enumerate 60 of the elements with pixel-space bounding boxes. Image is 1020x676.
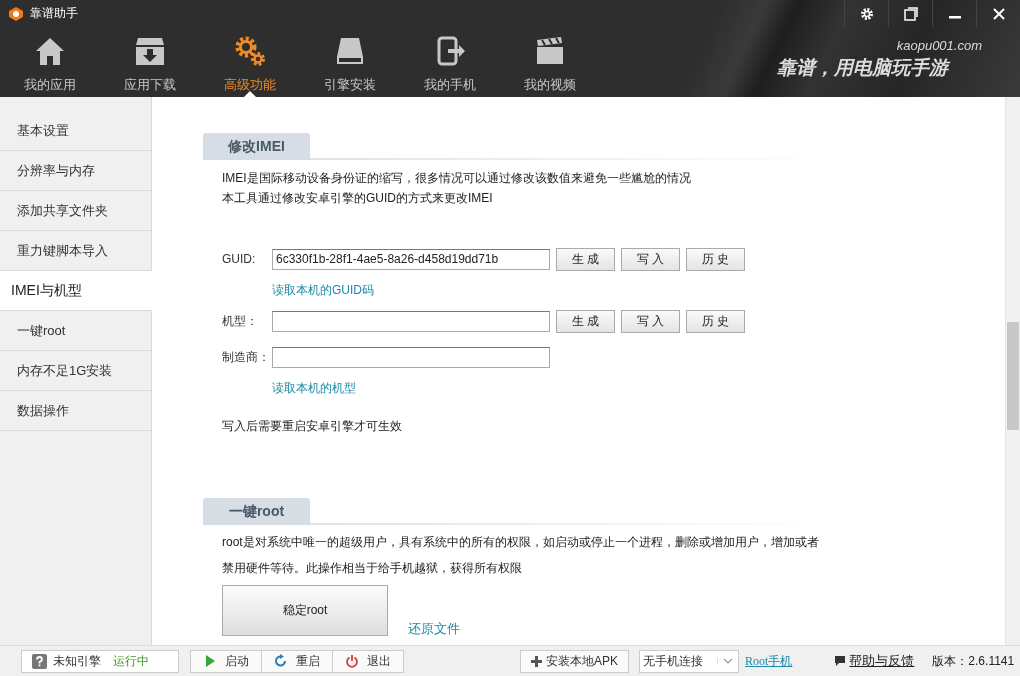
input-field[interactable]: 6c330f1b-28f1-4ae5-8a26-d458d19dd71b bbox=[272, 248, 550, 270]
link[interactable]: 读取本机的机型 bbox=[272, 379, 356, 397]
phone-dropdown[interactable]: 无手机连接 bbox=[639, 649, 739, 673]
engine-control-button[interactable]: 启动 bbox=[191, 650, 261, 672]
download-box-icon bbox=[134, 35, 166, 67]
field-label: 制造商： bbox=[222, 348, 271, 366]
engine-state: 运行中 bbox=[113, 652, 149, 670]
root-phone-link[interactable]: Root手机 bbox=[745, 652, 793, 670]
question-mark-icon bbox=[32, 653, 47, 669]
nav-tab[interactable]: 我的视频 bbox=[500, 27, 600, 97]
input-field[interactable] bbox=[272, 346, 550, 368]
description-text: IMEI是国际移动设备身份证的缩写，很多情况可以通过修改该数值来避免一些尴尬的情况 bbox=[222, 170, 692, 187]
nav-tab[interactable]: 应用下载 bbox=[100, 27, 200, 97]
nav-tab[interactable]: 我的手机 bbox=[400, 27, 500, 97]
link[interactable]: 读取本机的GUID码 bbox=[272, 281, 374, 299]
version-text: 版本：2.6.1141 bbox=[932, 652, 1015, 670]
restore-window-icon[interactable] bbox=[903, 6, 918, 21]
sidebar-item[interactable]: 一键root bbox=[0, 311, 151, 351]
chat-bubble-icon bbox=[834, 655, 847, 667]
engine-name: 未知引擎 bbox=[53, 652, 101, 670]
restart-icon bbox=[274, 654, 288, 668]
scrollbar[interactable] bbox=[1005, 97, 1020, 645]
action-button[interactable]: 写 入 bbox=[621, 309, 680, 333]
settings-icon[interactable] bbox=[859, 6, 874, 21]
window-title: 靠谱助手 bbox=[30, 5, 78, 22]
gears-icon bbox=[234, 35, 266, 67]
install-apk-button[interactable]: 安装本地APK bbox=[520, 649, 629, 673]
home-icon bbox=[34, 35, 66, 67]
field-label: 机型： bbox=[222, 312, 259, 330]
sidebar-item[interactable]: 内存不足1G安装 bbox=[0, 351, 151, 391]
close-icon[interactable] bbox=[991, 6, 1006, 21]
help-feedback-link[interactable]: 帮助与反馈 bbox=[849, 652, 915, 670]
description-text: 本工具通过修改安卓引擎的GUID的方式来更改IMEI bbox=[222, 190, 494, 207]
action-button[interactable]: 写 入 bbox=[621, 247, 680, 271]
note-text: 写入后需要重启安卓引擎才可生效 bbox=[222, 417, 402, 435]
hard-drive-icon bbox=[334, 35, 366, 67]
engine-control-button[interactable]: 退出 bbox=[332, 650, 403, 672]
sidebar-item[interactable]: 数据操作 bbox=[0, 391, 151, 431]
action-button[interactable]: 历 史 bbox=[686, 309, 745, 333]
field-label: GUID: bbox=[222, 252, 257, 266]
engine-control-button[interactable]: 重启 bbox=[261, 650, 332, 672]
input-field[interactable] bbox=[272, 310, 550, 332]
sidebar-item[interactable]: 分辨率与内存 bbox=[0, 151, 151, 191]
action-button[interactable]: 生 成 bbox=[556, 247, 615, 271]
nav-tab[interactable]: 我的应用 bbox=[0, 27, 100, 97]
description-text: root是对系统中唯一的超级用户，具有系统中的所有的权限，如启动或停止一个进程，删除或增加用户，增加或者禁用硬件等待。此操作相当于给手机越狱，获得所有权限 bbox=[221, 534, 820, 577]
link[interactable]: 还原文件 bbox=[408, 620, 460, 638]
clapperboard-icon bbox=[534, 35, 566, 67]
play-icon bbox=[203, 654, 217, 668]
sidebar-item[interactable]: 基本设置 bbox=[0, 111, 151, 151]
app-logo-icon bbox=[8, 5, 24, 22]
power-icon bbox=[345, 654, 359, 668]
sidebar-item[interactable]: 添加共享文件夹 bbox=[0, 191, 151, 231]
action-button[interactable]: 生 成 bbox=[556, 309, 615, 333]
site-address: kaopu001.com bbox=[896, 38, 982, 53]
nav-tab[interactable]: 引擎安装 bbox=[300, 27, 400, 97]
root-button[interactable]: 稳定root bbox=[222, 585, 388, 636]
sidebar-item[interactable]: IMEI与机型 bbox=[0, 271, 152, 311]
plus-icon bbox=[531, 655, 542, 667]
action-button[interactable]: 历 史 bbox=[686, 247, 745, 271]
